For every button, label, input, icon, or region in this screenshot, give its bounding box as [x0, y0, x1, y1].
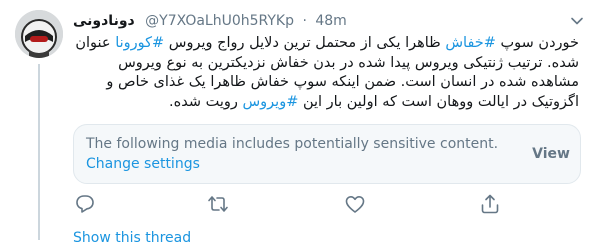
hashtag-link[interactable]: #کورونا	[115, 35, 164, 51]
hashtag-link[interactable]: #ویروس	[242, 94, 298, 110]
tweet-text-segment: ظاهرا یکی از محتمل ترین دلایل رواج ویروس	[164, 35, 446, 51]
retweet-icon[interactable]	[206, 192, 230, 216]
hashtag-link[interactable]: #خفاش	[445, 35, 496, 51]
tweet-actions	[73, 192, 513, 216]
share-icon[interactable]	[478, 192, 502, 216]
display-name[interactable]: دونادونی	[73, 13, 135, 29]
user-handle[interactable]: @Y7XOaLhU0h5RYKp	[145, 13, 294, 29]
sensitive-media-warning: The following media includes potentially…	[73, 124, 581, 184]
timestamp[interactable]: 48m	[315, 13, 346, 29]
avatar[interactable]	[15, 10, 63, 58]
reply-icon[interactable]	[73, 192, 97, 216]
change-settings-link[interactable]: Change settings	[86, 154, 200, 174]
tweet-header: دونادونی @Y7XOaLhU0h5RYKp · 48m	[73, 10, 553, 32]
sensitive-media-message: The following media includes potentially…	[86, 136, 499, 152]
header-separator: ·	[302, 13, 307, 29]
thread-connector-line	[38, 64, 40, 240]
tweet-text-segment: خوردن سوپ	[495, 35, 579, 51]
show-thread-link[interactable]: Show this thread	[73, 229, 191, 247]
tweet-text-segment: رویت شده.	[169, 93, 243, 110]
chevron-down-icon[interactable]	[570, 13, 584, 27]
heart-icon[interactable]	[343, 192, 367, 216]
view-button[interactable]: View	[532, 144, 570, 164]
tweet[interactable]: دونادونی @Y7XOaLhU0h5RYKp · 48m خوردن سو…	[0, 0, 598, 251]
tweet-text: خوردن سوپ #خفاش ظاهرا یکی از محتمل ترین …	[73, 34, 579, 112]
